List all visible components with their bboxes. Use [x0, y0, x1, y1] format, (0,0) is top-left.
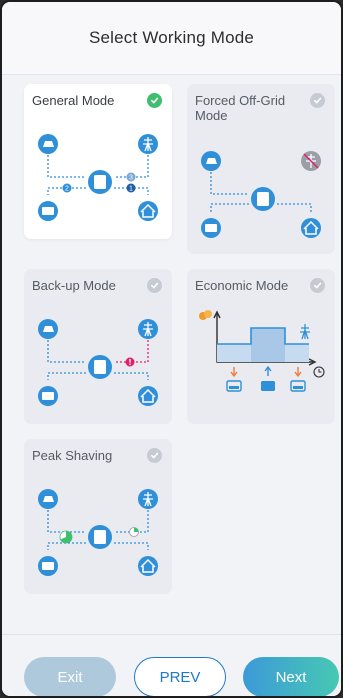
priority-badge-1: 1 [126, 183, 136, 193]
next-button[interactable]: Next [243, 657, 339, 696]
battery-icon [38, 386, 58, 406]
mode-card-title: Economic Mode [195, 278, 289, 293]
home-icon [138, 201, 158, 221]
coins-icon [199, 310, 212, 320]
battery-icon [226, 380, 242, 392]
inverter-icon [251, 187, 275, 211]
unselected-check-icon [147, 278, 162, 293]
mode-card-backup[interactable]: Back-up Mode [24, 269, 172, 424]
grid-tower-icon [138, 319, 158, 339]
unselected-check-icon [147, 448, 162, 463]
grid-tower-icon [138, 134, 158, 154]
forced-off-grid-diagram [201, 151, 321, 238]
svg-text:3: 3 [129, 175, 133, 182]
mode-card-general[interactable]: General Mode 2 3 1 [24, 84, 172, 239]
grid-tower-icon [300, 324, 310, 340]
clock-icon [313, 366, 325, 378]
priority-badge-2: 2 [62, 183, 72, 193]
home-icon [138, 386, 158, 406]
grid-disconnected-icon [301, 151, 321, 171]
grid-tower-icon [138, 489, 158, 509]
battery-icon [38, 556, 58, 576]
solar-panel-icon [38, 319, 58, 339]
svg-text:2: 2 [65, 186, 69, 193]
discharge-arrow-icon [264, 365, 272, 376]
mode-card-peak-shaving[interactable]: Peak Shaving [24, 439, 172, 594]
exit-button[interactable]: Exit [24, 657, 116, 696]
mode-card-title: Forced Off-Grid Mode [195, 93, 286, 123]
svg-text:1: 1 [129, 186, 133, 193]
unselected-check-icon [310, 278, 325, 293]
battery-icon [261, 381, 275, 391]
unselected-check-icon [310, 93, 325, 108]
mode-card-title: Peak Shaving [32, 448, 113, 463]
general-mode-diagram: 2 3 1 [38, 134, 158, 221]
home-icon [138, 556, 158, 576]
mode-card-economic[interactable]: Economic Mode [187, 269, 335, 424]
selected-check-icon [147, 93, 162, 108]
peak-shaving-diagram [38, 489, 158, 576]
economic-mode-diagram [199, 310, 325, 392]
charge-arrow-icon [230, 367, 238, 378]
battery-icon [38, 201, 58, 221]
backup-mode-diagram [38, 319, 158, 406]
solar-panel-icon [38, 489, 58, 509]
battery-level-icon [59, 530, 73, 544]
mode-card-forced-off-grid[interactable]: Forced Off-Grid Mode [187, 84, 335, 254]
inverter-icon [88, 170, 112, 194]
mode-selection-screen: Select Working Mode General Mode 2 3 1 F… [0, 0, 343, 698]
priority-badge-3: 3 [126, 172, 136, 182]
inverter-icon [88, 525, 112, 549]
page-title: Select Working Mode [88, 28, 255, 47]
alert-icon [125, 357, 135, 367]
solar-panel-icon [201, 151, 221, 171]
prev-button[interactable]: PREV [134, 657, 226, 696]
solar-panel-icon [38, 134, 58, 154]
home-icon [301, 218, 321, 238]
charge-arrow-icon [294, 367, 302, 378]
mode-card-title: Back-up Mode [32, 278, 116, 293]
battery-icon [201, 218, 221, 238]
battery-icon [290, 380, 306, 392]
header-bar: Select Working Mode [2, 2, 341, 75]
mode-card-title: General Mode [32, 93, 115, 108]
grid-level-icon [129, 527, 139, 537]
inverter-icon [88, 355, 112, 379]
